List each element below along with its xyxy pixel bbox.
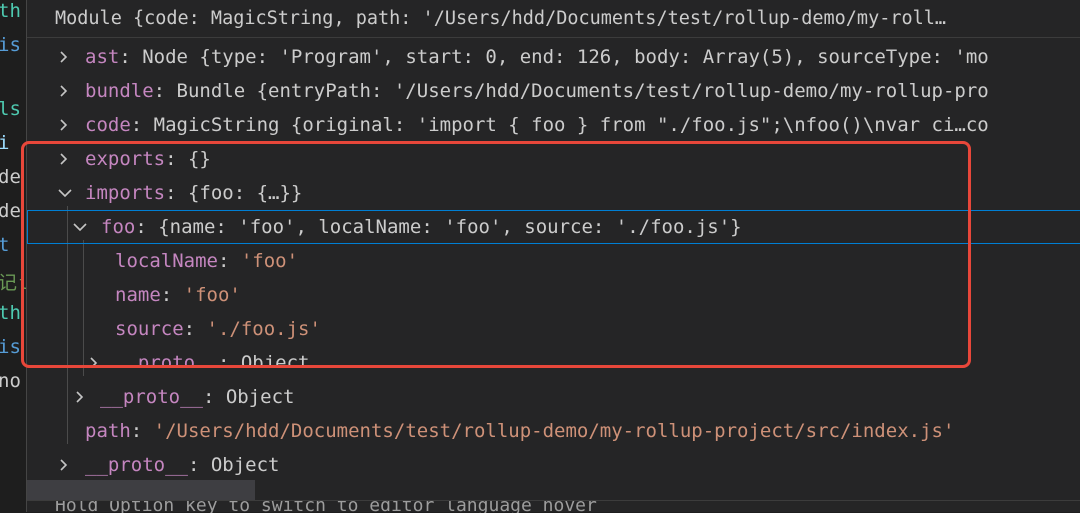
editor-line: no bbox=[0, 370, 21, 392]
editor-line: th bbox=[0, 302, 21, 324]
editor-line: ls bbox=[0, 98, 21, 120]
property-key: foo bbox=[101, 216, 136, 238]
chevron-right-icon[interactable] bbox=[85, 346, 103, 368]
property-key: exports bbox=[85, 148, 166, 170]
editor-line: de bbox=[0, 200, 21, 222]
property-separator: : bbox=[187, 454, 211, 476]
tree-row-foo-proto[interactable]: __proto__: Object bbox=[27, 346, 1080, 368]
tree-row-source[interactable]: source: './foo.js' bbox=[27, 312, 1080, 346]
chevron-down-icon[interactable] bbox=[55, 176, 73, 210]
property-value: 'foo' bbox=[183, 284, 241, 306]
tree-row-path[interactable]: path: '/Users/hdd/Documents/test/rollup-… bbox=[27, 414, 1080, 448]
horizontal-scrollbar[interactable] bbox=[27, 480, 255, 500]
property-key: ast bbox=[85, 46, 120, 68]
tree-row-name[interactable]: name: 'foo' bbox=[27, 278, 1080, 312]
tree-row-foo[interactable]: foo: {name: 'foo', localName: 'foo', sou… bbox=[27, 210, 1080, 244]
editor-line: th bbox=[0, 0, 21, 22]
property-key: __proto__ bbox=[100, 386, 203, 408]
property-separator: : bbox=[165, 148, 188, 170]
chevron-right-icon[interactable] bbox=[71, 380, 89, 414]
tree-row-module-proto[interactable]: __proto__: Object bbox=[27, 448, 1080, 482]
property-key: __proto__ bbox=[85, 454, 188, 476]
property-preview: {name: 'foo', localName: 'foo', source: … bbox=[158, 216, 742, 238]
tree-row-imports[interactable]: imports: {foo: {…}} bbox=[27, 176, 1080, 210]
tree-row-imports-proto[interactable]: __proto__: Object bbox=[27, 380, 1080, 414]
property-preview: MagicString {original: 'import { foo } f… bbox=[153, 114, 989, 136]
editor-line: t bbox=[0, 234, 10, 256]
hover-footer: Hold Option key to switch to editor lang… bbox=[27, 500, 1080, 513]
property-preview: {} bbox=[187, 148, 211, 170]
property-preview: {foo: {…}} bbox=[187, 182, 303, 204]
property-separator: : bbox=[217, 352, 241, 368]
property-preview: Object bbox=[210, 454, 280, 476]
property-value: '/Users/hdd/Documents/test/rollup-demo/m… bbox=[153, 420, 955, 442]
footer-hint: Hold Option key to switch to editor lang… bbox=[55, 500, 597, 513]
property-key: name bbox=[115, 284, 161, 306]
editor-line: 记ι bbox=[0, 272, 29, 294]
chevron-right-icon[interactable] bbox=[55, 448, 73, 482]
property-key: __proto__ bbox=[115, 352, 218, 368]
tree-row-ast[interactable]: ast: Node {type: 'Program', start: 0, en… bbox=[27, 40, 1080, 74]
chevron-right-icon[interactable] bbox=[55, 108, 73, 142]
property-separator: : bbox=[153, 80, 177, 102]
editor-line: i bbox=[0, 132, 10, 154]
chevron-right-icon[interactable] bbox=[55, 40, 73, 74]
property-key: code bbox=[85, 114, 131, 136]
property-key: source bbox=[115, 318, 184, 340]
chevron-right-icon[interactable] bbox=[55, 74, 73, 108]
property-value: './foo.js' bbox=[206, 318, 321, 340]
property-preview: Object bbox=[225, 386, 295, 408]
tree-row-code[interactable]: code: MagicString {original: 'import { f… bbox=[27, 108, 1080, 142]
property-separator: : bbox=[119, 46, 143, 68]
property-separator: : bbox=[183, 318, 207, 340]
property-value: 'foo' bbox=[240, 250, 299, 272]
editor-line: is bbox=[0, 34, 21, 56]
property-separator: : bbox=[130, 420, 154, 442]
property-preview: Object bbox=[240, 352, 310, 368]
property-preview: Bundle {entryPath: '/Users/hdd/Documents… bbox=[176, 80, 989, 102]
chevron-right-icon[interactable] bbox=[55, 142, 73, 176]
property-separator: : bbox=[135, 216, 159, 238]
tree-row-exports[interactable]: exports: {} bbox=[27, 142, 1080, 176]
property-preview: Node {type: 'Program', start: 0, end: 12… bbox=[142, 46, 989, 68]
property-key: path bbox=[85, 420, 131, 442]
property-key: bundle bbox=[85, 80, 154, 102]
editor-line: de bbox=[0, 166, 21, 188]
property-separator: : bbox=[130, 114, 154, 136]
property-key: localName bbox=[115, 250, 218, 272]
property-separator: : bbox=[165, 182, 188, 204]
hover-header-text: Module {code: MagicString, path: '/Users… bbox=[55, 8, 947, 29]
tree-row-localName[interactable]: localName: 'foo' bbox=[27, 244, 1080, 278]
property-separator: : bbox=[160, 284, 184, 306]
debug-hover-widget: Module {code: MagicString, path: '/Users… bbox=[26, 0, 1080, 513]
property-separator: : bbox=[202, 386, 226, 408]
hover-header: Module {code: MagicString, path: '/Users… bbox=[27, 0, 1080, 38]
tree-row-bundle[interactable]: bundle: Bundle {entryPath: '/Users/hdd/D… bbox=[27, 74, 1080, 108]
property-key: imports bbox=[85, 182, 166, 204]
chevron-down-icon[interactable] bbox=[70, 210, 88, 244]
property-separator: : bbox=[217, 250, 241, 272]
editor-line: is bbox=[0, 336, 21, 358]
